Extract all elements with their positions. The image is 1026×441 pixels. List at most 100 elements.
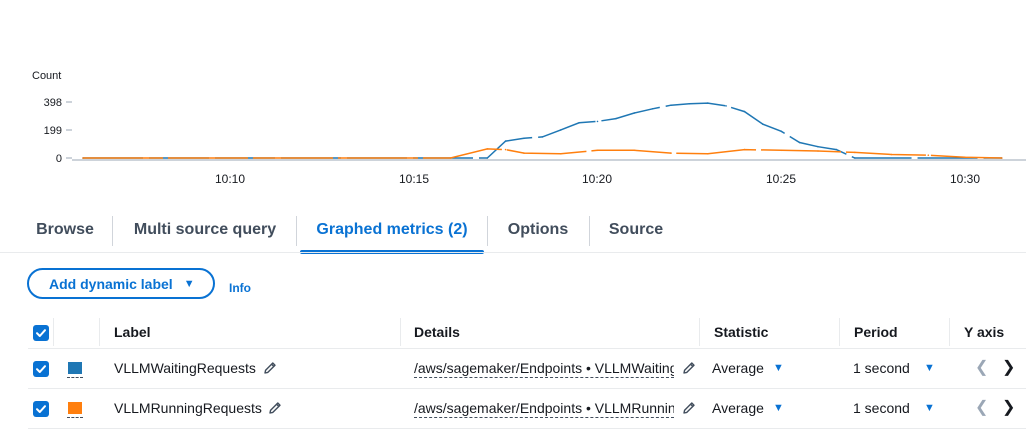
column-divider: [400, 318, 401, 346]
add-dynamic-label-button[interactable]: Add dynamic label ▼: [27, 268, 215, 299]
series-point: [578, 122, 580, 124]
series-point: [523, 137, 525, 140]
series-point: [725, 105, 727, 107]
column-header-period[interactable]: Period: [854, 324, 898, 340]
series-point: [798, 141, 801, 144]
series-layer: [82, 102, 1003, 159]
tab-divider: [487, 216, 488, 246]
statistic-dropdown-caret-icon[interactable]: ▼: [773, 402, 784, 414]
tab-source[interactable]: Source: [599, 210, 673, 254]
checkmark-icon: [36, 405, 46, 413]
series-point: [670, 104, 672, 106]
series-point: [780, 130, 783, 133]
y-axis-left-arrow-icon[interactable]: ❮: [975, 397, 988, 417]
series-point: [486, 157, 489, 159]
tab-multi-source-query[interactable]: Multi source query: [124, 210, 286, 254]
x-tick-label: 10:15: [399, 172, 429, 186]
row-divider: [28, 428, 1026, 429]
column-header-y-axis[interactable]: Y axis: [964, 324, 1004, 340]
series-point: [854, 151, 856, 154]
table-row: VLLMRunningRequests /aws/sagemaker/Endpo…: [0, 388, 1026, 428]
metric-label: VLLMRunningRequests: [114, 400, 262, 416]
statistic-value[interactable]: Average: [712, 400, 764, 416]
checkmark-icon: [36, 329, 46, 337]
series-point: [780, 149, 783, 152]
series-point: [541, 136, 544, 138]
column-header-statistic[interactable]: Statistic: [714, 324, 768, 340]
x-tick-label: 10:25: [766, 172, 796, 186]
y-axis-unit-label: Count: [32, 70, 61, 82]
table-row: VLLMWaitingRequests /aws/sagemaker/Endpo…: [0, 348, 1026, 388]
series-point: [1001, 157, 1003, 159]
series-point: [817, 150, 819, 152]
series-point: [504, 140, 507, 142]
period-dropdown-caret-icon[interactable]: ▼: [924, 402, 935, 414]
series-point: [82, 157, 84, 159]
statistic-dropdown-caret-icon[interactable]: ▼: [773, 362, 784, 374]
tabs-divider-line: [0, 252, 1026, 253]
tab-divider: [296, 216, 297, 246]
swatch-underline: [67, 377, 83, 378]
y-tick-label: 0: [56, 153, 62, 165]
column-divider: [699, 318, 700, 346]
metric-details-link[interactable]: /aws/sagemaker/Endpoints • VLLMWaitingRe…: [414, 359, 674, 378]
info-link[interactable]: Info: [229, 281, 251, 295]
y-axis-right-arrow-icon[interactable]: ❯: [1002, 397, 1015, 417]
x-tick-label: 10:30: [950, 172, 980, 186]
tab-options[interactable]: Options: [497, 210, 579, 254]
tab-graphed-metrics[interactable]: Graphed metrics (2): [298, 210, 486, 254]
series-color-swatch[interactable]: [68, 362, 82, 374]
column-divider: [53, 318, 54, 346]
series-point: [762, 123, 764, 125]
column-divider: [839, 318, 840, 346]
checkmark-icon: [36, 365, 46, 373]
series-point: [633, 149, 636, 152]
edit-pencil-icon[interactable]: [682, 361, 696, 375]
x-tick-label: 10:20: [582, 172, 612, 186]
y-axis-right-arrow-icon[interactable]: ❯: [1002, 357, 1015, 377]
button-label: Add dynamic label: [49, 275, 173, 292]
series-point: [560, 129, 562, 131]
series-point: [854, 157, 856, 159]
caret-down-icon: ▼: [183, 277, 195, 290]
series-point: [688, 103, 691, 105]
series-point: [523, 152, 525, 154]
series-point: [964, 156, 966, 159]
series-point: [596, 149, 599, 152]
series-point: [504, 148, 507, 151]
tab-browse[interactable]: Browse: [28, 210, 102, 254]
column-header-label[interactable]: Label: [114, 324, 151, 340]
y-tick-label: 398: [44, 97, 62, 109]
statistic-value[interactable]: Average: [712, 360, 764, 376]
row-checkbox[interactable]: [33, 361, 49, 377]
column-divider: [99, 318, 100, 346]
tab-bar: Browse Multi source query Graphed metric…: [0, 210, 1026, 254]
tab-label: Options: [507, 221, 569, 238]
metrics-line-chart: Count 398 199 0 10:10 10:15 10:20 10:25 …: [32, 70, 1026, 186]
edit-pencil-icon[interactable]: [263, 361, 277, 375]
series-point: [835, 148, 838, 151]
period-value[interactable]: 1 second: [853, 360, 910, 376]
table-header: Label Details Statistic Period Y axis: [0, 316, 1026, 348]
period-value[interactable]: 1 second: [853, 400, 910, 416]
period-dropdown-caret-icon[interactable]: ▼: [924, 362, 935, 374]
series-line-VLLMRunningRequests: [83, 148, 1002, 159]
metric-details-link[interactable]: /aws/sagemaker/Endpoints • VLLMRunningRe…: [414, 399, 674, 418]
series-point: [707, 102, 709, 104]
row-checkbox[interactable]: [33, 401, 49, 417]
x-tick-label: 10:10: [215, 172, 245, 186]
edit-pencil-icon[interactable]: [268, 401, 282, 415]
edit-pencil-icon[interactable]: [682, 401, 696, 415]
tab-divider: [589, 216, 590, 246]
tab-label: Multi source query: [133, 221, 277, 238]
series-point: [596, 120, 599, 123]
series-line-VLLMWaitingRequests: [83, 102, 1002, 159]
metric-label: VLLMWaitingRequests: [114, 360, 256, 376]
column-header-details[interactable]: Details: [414, 324, 460, 340]
series-point: [927, 154, 930, 156]
swatch-underline: [67, 417, 83, 418]
series-point: [486, 148, 489, 150]
y-axis-left-arrow-icon[interactable]: ❮: [975, 357, 988, 377]
select-all-checkbox[interactable]: [33, 325, 49, 341]
series-color-swatch[interactable]: [68, 402, 82, 414]
